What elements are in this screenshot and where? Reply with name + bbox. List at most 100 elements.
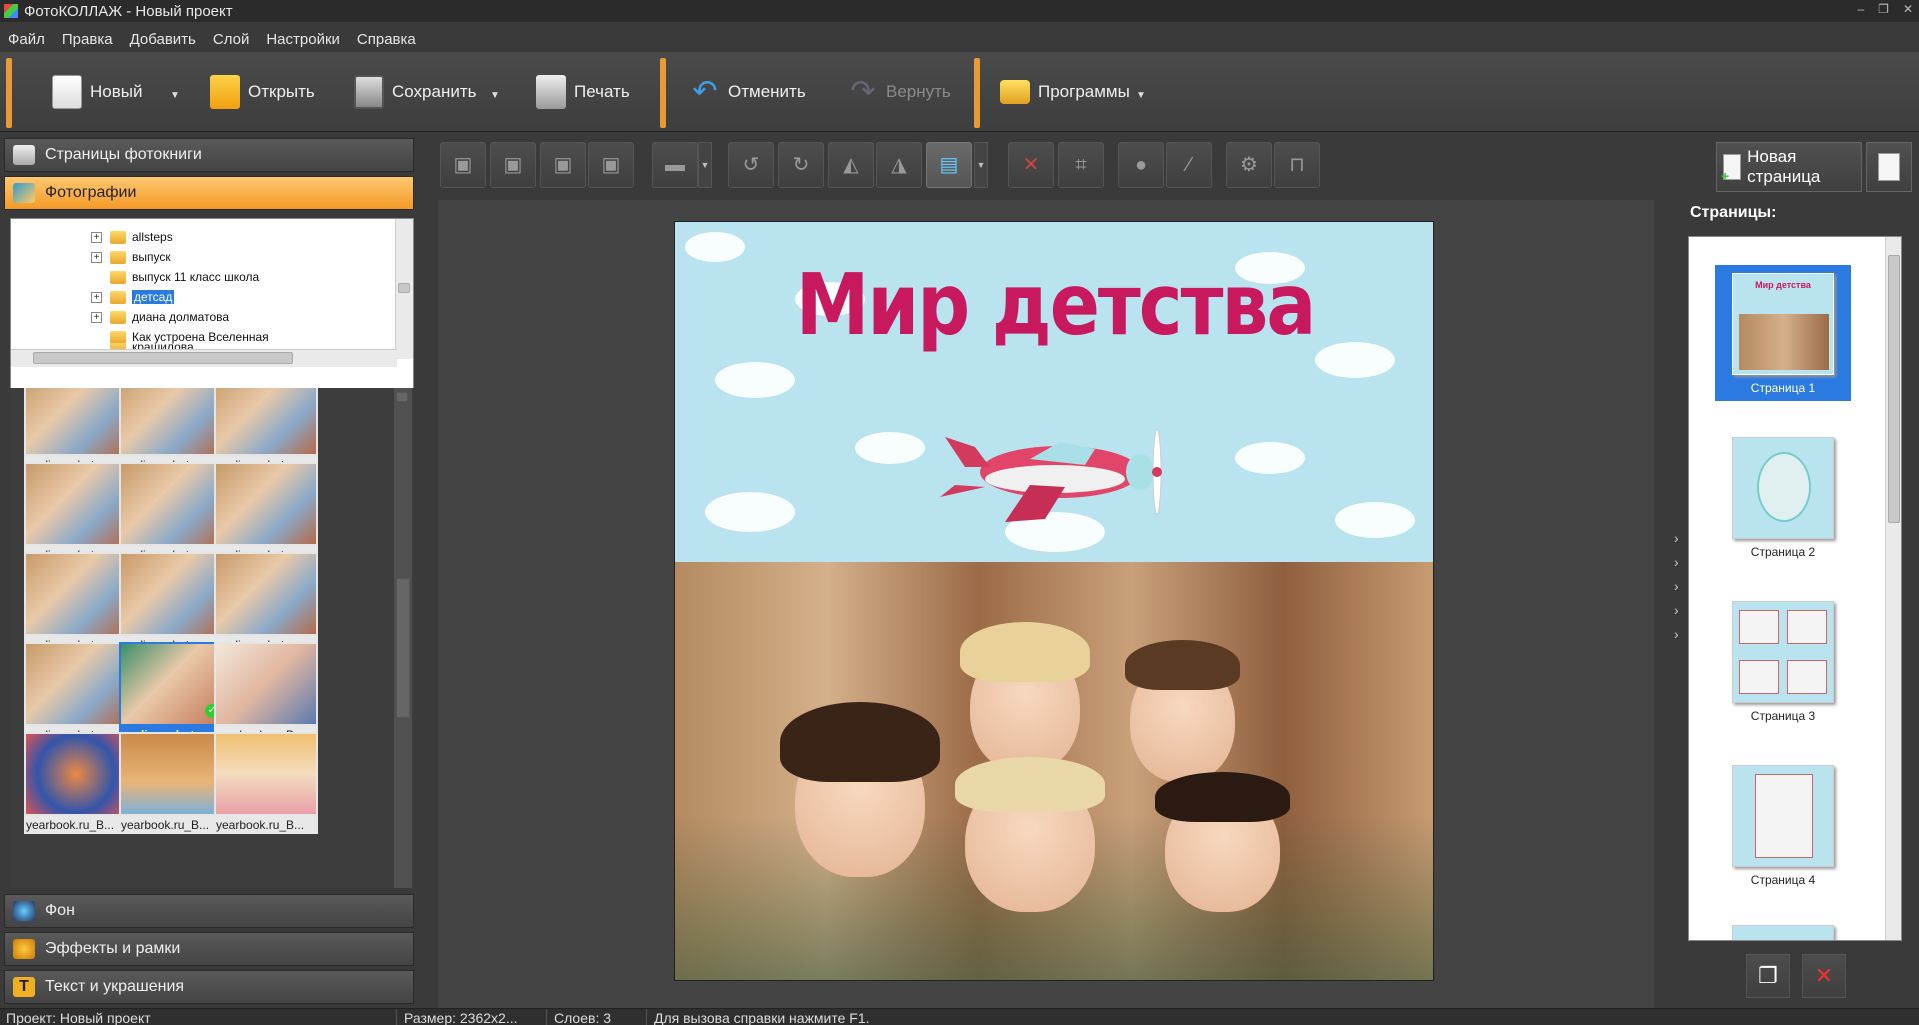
save-dropdown-arrow[interactable]: ▼ bbox=[490, 90, 500, 101]
thumbnail-image bbox=[214, 462, 318, 546]
section-background[interactable]: Фон bbox=[4, 894, 414, 928]
photo-thumbnail[interactable]: evelina_photo.r... bbox=[24, 462, 128, 566]
add-page-icon bbox=[1721, 154, 1742, 184]
programs-dropdown-arrow[interactable]: ▼ bbox=[1136, 90, 1146, 101]
scroll-up-arrow[interactable] bbox=[396, 392, 408, 402]
chevron-right-icon[interactable]: › bbox=[1674, 578, 1679, 594]
rotate-right-icon[interactable]: ↻ bbox=[778, 142, 824, 188]
send-backward-icon[interactable]: ▣ bbox=[540, 142, 586, 188]
photo-thumbnail[interactable]: yearbook.ru_B... bbox=[214, 642, 318, 746]
maximize-button[interactable]: ❐ bbox=[1878, 2, 1889, 16]
scrollbar-thumb[interactable] bbox=[33, 352, 293, 364]
crop-icon[interactable]: ⌗ bbox=[1058, 142, 1104, 188]
scrollbar-thumb[interactable] bbox=[398, 283, 410, 293]
bring-to-front-icon[interactable]: ▣ bbox=[440, 142, 486, 188]
photo-thumbnail[interactable]: evelina_photo.r... bbox=[119, 552, 223, 656]
page-item-1[interactable]: Мир детства Страница 1 bbox=[1715, 265, 1851, 401]
photo-thumbnail[interactable]: evelina_photo.r... bbox=[214, 552, 318, 656]
tree-vertical-scrollbar[interactable] bbox=[395, 219, 413, 359]
menu-help[interactable]: Справка bbox=[357, 31, 416, 48]
photo-thumbnail[interactable]: yearbook.ru_B... bbox=[119, 732, 223, 836]
photo-thumbnail[interactable]: evelina_photo.r... bbox=[119, 462, 223, 566]
photo-card bbox=[1739, 660, 1779, 694]
save-button[interactable]: Сохранить bbox=[354, 66, 476, 118]
panel-toggle-arrows[interactable]: › › › › › bbox=[1674, 530, 1679, 642]
page-title-text[interactable]: Мир детства bbox=[675, 256, 1433, 355]
expand-icon[interactable]: + bbox=[91, 251, 102, 263]
tree-item[interactable]: + выпуск bbox=[91, 247, 171, 267]
airplane-illustration[interactable] bbox=[935, 397, 1175, 537]
photo-thumbnail-selected[interactable]: ✓evelina_phot... bbox=[119, 642, 223, 746]
lock-icon[interactable]: ⊓ bbox=[1274, 142, 1320, 188]
page-item-5[interactable] bbox=[1715, 925, 1851, 940]
page-canvas[interactable]: Мир детства bbox=[674, 221, 1434, 981]
page-settings-button[interactable] bbox=[1866, 142, 1912, 192]
undo-button[interactable]: ↶ Отменить bbox=[690, 66, 805, 118]
menu-layer[interactable]: Слой bbox=[213, 31, 249, 48]
photo-thumbnail[interactable]: evelina_photo.r... bbox=[214, 462, 318, 566]
programs-button[interactable]: Программы bbox=[1000, 66, 1130, 118]
new-page-button[interactable]: Новая страница bbox=[1716, 142, 1862, 192]
pages-panel-title: Страницы: bbox=[1690, 204, 1777, 221]
chevron-right-icon[interactable]: › bbox=[1674, 554, 1679, 570]
new-button[interactable]: Новый bbox=[52, 66, 142, 118]
flip-vertical-icon[interactable]: ◮ bbox=[876, 142, 922, 188]
menu-add[interactable]: Добавить bbox=[130, 31, 196, 48]
expand-icon[interactable]: + bbox=[91, 291, 102, 303]
thumbnail-label: yearbook.ru_B... bbox=[214, 816, 318, 834]
page-item-3[interactable]: Страница 3 bbox=[1715, 601, 1851, 723]
chevron-right-icon[interactable]: › bbox=[1674, 530, 1679, 546]
fill-icon[interactable]: ● bbox=[1118, 142, 1164, 188]
section-effects-frames[interactable]: Эффекты и рамки bbox=[4, 932, 414, 966]
delete-page-button[interactable]: ✕ bbox=[1802, 954, 1846, 998]
photo-thumbnail[interactable]: yearbook.ru_B... bbox=[24, 732, 128, 836]
tree-horizontal-scrollbar[interactable] bbox=[11, 349, 397, 367]
rotate-left-icon[interactable]: ↺ bbox=[728, 142, 774, 188]
print-button[interactable]: Печать bbox=[536, 66, 630, 118]
close-window-button[interactable]: ✕ bbox=[1903, 2, 1913, 16]
tree-item[interactable]: + детсад bbox=[91, 287, 175, 307]
send-to-back-icon[interactable]: ▣ bbox=[588, 142, 634, 188]
page-item-4[interactable]: Страница 4 bbox=[1715, 765, 1851, 887]
children-photo[interactable] bbox=[675, 562, 1433, 980]
open-button[interactable]: Открыть bbox=[210, 66, 315, 118]
minimize-button[interactable]: – bbox=[1857, 2, 1864, 16]
section-photobook-pages[interactable]: Страницы фотокниги bbox=[4, 138, 414, 172]
expand-icon[interactable]: + bbox=[91, 231, 102, 243]
align-dropdown-arrow[interactable]: ▼ bbox=[698, 142, 712, 188]
chevron-right-icon[interactable]: › bbox=[1674, 626, 1679, 642]
section-text-decorations[interactable]: T Текст и украшения bbox=[4, 970, 414, 1004]
duplicate-page-button[interactable]: ❐ bbox=[1746, 954, 1790, 998]
flip-horizontal-icon[interactable]: ◭ bbox=[828, 142, 874, 188]
redo-button[interactable]: ↷ Вернуть bbox=[848, 66, 950, 118]
menu-edit[interactable]: Правка bbox=[62, 31, 113, 48]
sky-background[interactable]: Мир детства bbox=[675, 222, 1433, 562]
bring-forward-icon[interactable]: ▣ bbox=[490, 142, 536, 188]
page-thumbnail: Мир детства bbox=[1732, 273, 1834, 375]
layout-template-icon[interactable]: ▤ bbox=[926, 142, 972, 188]
thumbnail-image bbox=[119, 732, 223, 816]
tree-item[interactable]: + диана долматова bbox=[91, 307, 229, 327]
thumbnails-scrollbar[interactable] bbox=[394, 388, 412, 888]
pages-scrollbar[interactable] bbox=[1885, 237, 1901, 940]
page-item-2[interactable]: Страница 2 bbox=[1715, 437, 1851, 559]
status-layers: Слоев: 3 bbox=[554, 1010, 612, 1025]
section-photos[interactable]: Фотографии bbox=[4, 176, 414, 210]
menu-settings[interactable]: Настройки bbox=[266, 31, 340, 48]
photo-thumbnail[interactable]: yearbook.ru_B... bbox=[214, 732, 318, 836]
scrollbar-thumb[interactable] bbox=[1888, 255, 1900, 523]
tree-item[interactable]: выпуск 11 класс школа bbox=[91, 267, 259, 287]
gear-icon[interactable]: ⚙ bbox=[1226, 142, 1272, 188]
scrollbar-thumb[interactable] bbox=[396, 578, 410, 718]
delete-icon[interactable]: ✕ bbox=[1008, 142, 1054, 188]
menu-file[interactable]: Файл bbox=[8, 31, 45, 48]
photo-thumbnail[interactable]: evelina_photo.r... bbox=[24, 642, 128, 746]
layout-dropdown-arrow[interactable]: ▼ bbox=[974, 142, 988, 188]
photo-thumbnail[interactable]: evelina_photo.r... bbox=[24, 552, 128, 656]
expand-icon[interactable]: + bbox=[91, 311, 102, 323]
chevron-right-icon[interactable]: › bbox=[1674, 602, 1679, 618]
magic-wand-icon[interactable]: ⁄ bbox=[1166, 142, 1212, 188]
tree-item[interactable]: + allsteps bbox=[91, 227, 173, 247]
new-dropdown-arrow[interactable]: ▼ bbox=[170, 90, 180, 101]
align-icon[interactable]: ▬ bbox=[652, 142, 698, 188]
